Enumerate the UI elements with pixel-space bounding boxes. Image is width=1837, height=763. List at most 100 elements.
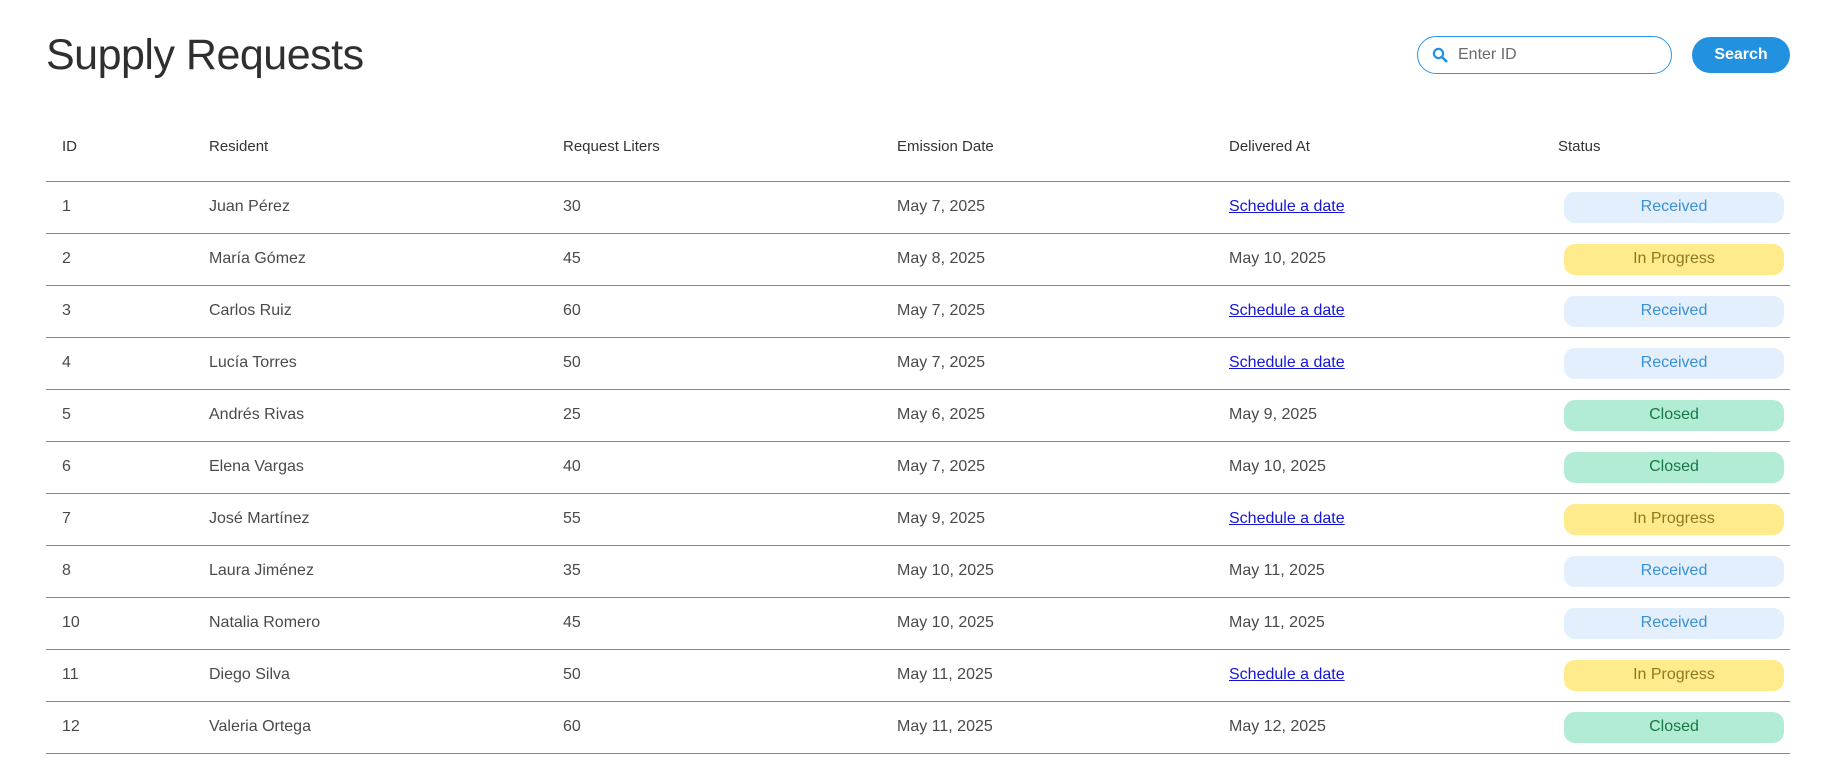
cell-id: 6 bbox=[46, 441, 193, 494]
cell-resident: Carlos Ruiz bbox=[193, 285, 547, 338]
cell-request-liters: 45 bbox=[547, 233, 881, 286]
column-header-emission-date: Emission Date bbox=[881, 112, 1213, 182]
cell-emission-date: May 9, 2025 bbox=[881, 493, 1213, 546]
cell-id: 7 bbox=[46, 493, 193, 546]
table-row: 11 Diego Silva 50 May 11, 2025 Schedule a da… bbox=[46, 649, 1790, 702]
column-header-resident: Resident bbox=[193, 112, 547, 182]
status-badge: Closed bbox=[1564, 399, 1784, 431]
column-header-id: ID bbox=[46, 112, 193, 182]
cell-emission-date: May 7, 2025 bbox=[881, 337, 1213, 390]
cell-delivered-at: May 12, 2025 bbox=[1213, 701, 1542, 754]
cell-resident: María Gómez bbox=[193, 233, 547, 286]
cell-status: Closed bbox=[1542, 389, 1790, 442]
page-header: Supply Requests Search bbox=[46, 0, 1790, 112]
schedule-date-link[interactable]: Schedule a date bbox=[1229, 302, 1345, 319]
cell-delivered-at: Schedule a date bbox=[1213, 337, 1542, 390]
cell-status: Received bbox=[1542, 545, 1790, 598]
page-title: Supply Requests bbox=[46, 30, 364, 79]
page: Supply Requests Search bbox=[0, 0, 1837, 763]
table-row: 8 Laura Jiménez 35 May 10, 2025 May 11, 2025… bbox=[46, 545, 1790, 598]
cell-request-liters: 40 bbox=[547, 441, 881, 494]
cell-id: 11 bbox=[46, 649, 193, 702]
status-badge: Closed bbox=[1564, 451, 1784, 483]
cell-request-liters: 25 bbox=[547, 389, 881, 442]
cell-request-liters: 50 bbox=[547, 337, 881, 390]
cell-id: 1 bbox=[46, 181, 193, 234]
search-box[interactable] bbox=[1417, 36, 1672, 74]
schedule-date-link[interactable]: Schedule a date bbox=[1229, 510, 1345, 527]
cell-status: Closed bbox=[1542, 441, 1790, 494]
table-row: 4 Lucía Torres 50 May 7, 2025 Schedule a dat… bbox=[46, 337, 1790, 390]
cell-resident: Natalia Romero bbox=[193, 597, 547, 650]
cell-request-liters: 50 bbox=[547, 649, 881, 702]
cell-status: Closed bbox=[1542, 701, 1790, 754]
cell-emission-date: May 8, 2025 bbox=[881, 233, 1213, 286]
cell-status: Received bbox=[1542, 597, 1790, 650]
cell-request-liters: 35 bbox=[547, 545, 881, 598]
cell-status: Received bbox=[1542, 181, 1790, 234]
cell-delivered-at: Schedule a date bbox=[1213, 181, 1542, 234]
schedule-date-link[interactable]: Schedule a date bbox=[1229, 354, 1345, 371]
status-badge: In Progress bbox=[1564, 503, 1784, 535]
status-badge: Received bbox=[1564, 295, 1784, 327]
cell-id: 8 bbox=[46, 545, 193, 598]
status-badge: Received bbox=[1564, 607, 1784, 639]
cell-id: 10 bbox=[46, 597, 193, 650]
cell-emission-date: May 11, 2025 bbox=[881, 649, 1213, 702]
cell-request-liters: 55 bbox=[547, 493, 881, 546]
search-input[interactable] bbox=[1458, 46, 1648, 64]
schedule-date-link[interactable]: Schedule a date bbox=[1229, 666, 1345, 683]
cell-status: In Progress bbox=[1542, 493, 1790, 546]
table-row: 5 Andrés Rivas 25 May 6, 2025 May 9, 2025 Clo… bbox=[46, 389, 1790, 442]
table-body: 1 Juan Pérez 30 May 7, 2025 Schedule a date R… bbox=[46, 181, 1790, 754]
cell-emission-date: May 7, 2025 bbox=[881, 285, 1213, 338]
cell-id: 2 bbox=[46, 233, 193, 286]
table-row: 2 María Gómez 45 May 8, 2025 May 10, 2025 In … bbox=[46, 233, 1790, 286]
cell-delivered-at: Schedule a date bbox=[1213, 285, 1542, 338]
cell-id: 3 bbox=[46, 285, 193, 338]
cell-emission-date: May 10, 2025 bbox=[881, 545, 1213, 598]
table-row: 7 José Martínez 55 May 9, 2025 Schedule a da… bbox=[46, 493, 1790, 546]
cell-delivered-at: May 10, 2025 bbox=[1213, 233, 1542, 286]
status-badge: Received bbox=[1564, 555, 1784, 587]
table-row: 3 Carlos Ruiz 60 May 7, 2025 Schedule a date… bbox=[46, 285, 1790, 338]
schedule-date-link[interactable]: Schedule a date bbox=[1229, 198, 1345, 215]
cell-delivered-at: May 10, 2025 bbox=[1213, 441, 1542, 494]
cell-delivered-at: May 11, 2025 bbox=[1213, 545, 1542, 598]
table-row: 6 Elena Vargas 40 May 7, 2025 May 10, 2025 Cl… bbox=[46, 441, 1790, 494]
cell-emission-date: May 6, 2025 bbox=[881, 389, 1213, 442]
cell-resident: Elena Vargas bbox=[193, 441, 547, 494]
cell-delivered-at: Schedule a date bbox=[1213, 493, 1542, 546]
search-area: Search bbox=[1417, 36, 1790, 74]
cell-resident: Lucía Torres bbox=[193, 337, 547, 390]
cell-delivered-at: Schedule a date bbox=[1213, 649, 1542, 702]
cell-request-liters: 45 bbox=[547, 597, 881, 650]
column-header-request-liters: Request Liters bbox=[547, 112, 881, 182]
status-badge: Received bbox=[1564, 191, 1784, 223]
cell-id: 4 bbox=[46, 337, 193, 390]
cell-resident: Diego Silva bbox=[193, 649, 547, 702]
cell-status: In Progress bbox=[1542, 233, 1790, 286]
cell-emission-date: May 7, 2025 bbox=[881, 441, 1213, 494]
table-row: 12 Valeria Ortega 60 May 11, 2025 May 12, 20… bbox=[46, 701, 1790, 754]
table-header-row: ID Resident Request Liters Emission Date… bbox=[46, 112, 1790, 182]
column-header-delivered-at: Delivered At bbox=[1213, 112, 1542, 182]
cell-request-liters: 60 bbox=[547, 701, 881, 754]
cell-delivered-at: May 9, 2025 bbox=[1213, 389, 1542, 442]
requests-table: ID Resident Request Liters Emission Date… bbox=[46, 112, 1790, 754]
cell-delivered-at: May 11, 2025 bbox=[1213, 597, 1542, 650]
cell-emission-date: May 10, 2025 bbox=[881, 597, 1213, 650]
search-icon bbox=[1432, 47, 1448, 63]
search-button[interactable]: Search bbox=[1692, 37, 1790, 73]
cell-id: 12 bbox=[46, 701, 193, 754]
column-header-status: Status bbox=[1542, 112, 1790, 182]
cell-resident: Valeria Ortega bbox=[193, 701, 547, 754]
status-badge: In Progress bbox=[1564, 243, 1784, 275]
cell-id: 5 bbox=[46, 389, 193, 442]
cell-request-liters: 60 bbox=[547, 285, 881, 338]
cell-resident: Laura Jiménez bbox=[193, 545, 547, 598]
cell-resident: Juan Pérez bbox=[193, 181, 547, 234]
cell-emission-date: May 11, 2025 bbox=[881, 701, 1213, 754]
table-row: 1 Juan Pérez 30 May 7, 2025 Schedule a date R… bbox=[46, 181, 1790, 234]
cell-status: In Progress bbox=[1542, 649, 1790, 702]
